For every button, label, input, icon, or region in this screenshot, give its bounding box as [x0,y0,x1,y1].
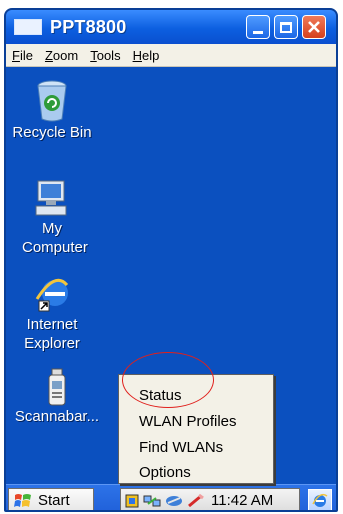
app-window-icon [14,19,42,35]
menu-bar: File Zoom Tools Help [6,44,336,67]
close-icon [308,21,320,33]
maximize-button[interactable] [274,15,298,39]
menu-zoom-rest: oom [52,47,79,63]
scannabar-icon [48,368,66,406]
icon-label: Recycle Bin [12,124,92,141]
tray-app-icon[interactable] [125,494,139,508]
menu-item-options[interactable]: Options [139,464,191,481]
tray-network-icon[interactable] [143,494,161,508]
icon-label: Internet Explorer [24,316,80,352]
minimize-icon [253,30,263,34]
start-label: Start [38,492,70,509]
menu-zoom-mnemonic: Z [44,47,53,63]
icon-label: My Computer [22,220,88,256]
windows-flag-icon [14,493,31,507]
tray-wlan-icon[interactable] [165,494,183,508]
system-tray: 11:42 AM [120,488,300,510]
recycle-bin-icon [37,80,67,122]
menu-file-rest: ile [19,47,33,63]
menu-help-rest: elp [141,47,160,63]
clock[interactable]: 11:42 AM [211,492,273,509]
tray-pen-icon[interactable] [187,493,205,508]
my-computer-icon [35,180,67,216]
desktop-icon-scannabar[interactable]: Scannabar... [12,367,102,426]
desktop-icon-my-computer[interactable]: My Computer [12,179,92,257]
menu-file-mnemonic: F [12,47,20,63]
taskbar: Start 11:42 AM [6,484,336,510]
minimize-button[interactable] [246,15,270,39]
menu-help-mnemonic: H [132,47,142,63]
close-button[interactable] [302,15,326,39]
taskbar-ie-button[interactable] [308,489,332,510]
desktop-icon-recycle-bin[interactable]: Recycle Bin [12,79,92,142]
menu-file[interactable]: File [6,48,39,63]
start-button[interactable]: Start [8,488,94,510]
internet-explorer-icon [35,278,69,312]
menu-help[interactable]: Help [127,48,166,63]
menu-item-wlan-profiles[interactable]: WLAN Profiles [139,413,237,430]
desktop-icon-internet-explorer[interactable]: Internet Explorer [12,275,92,353]
menu-tools[interactable]: Tools [84,48,126,63]
menu-tools-rest: ools [96,47,121,63]
annotation-circle [122,352,214,408]
internet-explorer-icon [312,493,328,507]
title-bar[interactable]: PPT8800 [6,10,336,44]
window-title: PPT8800 [50,16,127,37]
menu-item-find-wlans[interactable]: Find WLANs [139,439,223,456]
menu-zoom[interactable]: Zoom [39,48,84,63]
maximize-icon [280,21,292,33]
icon-label: Scannabar... [14,408,100,425]
